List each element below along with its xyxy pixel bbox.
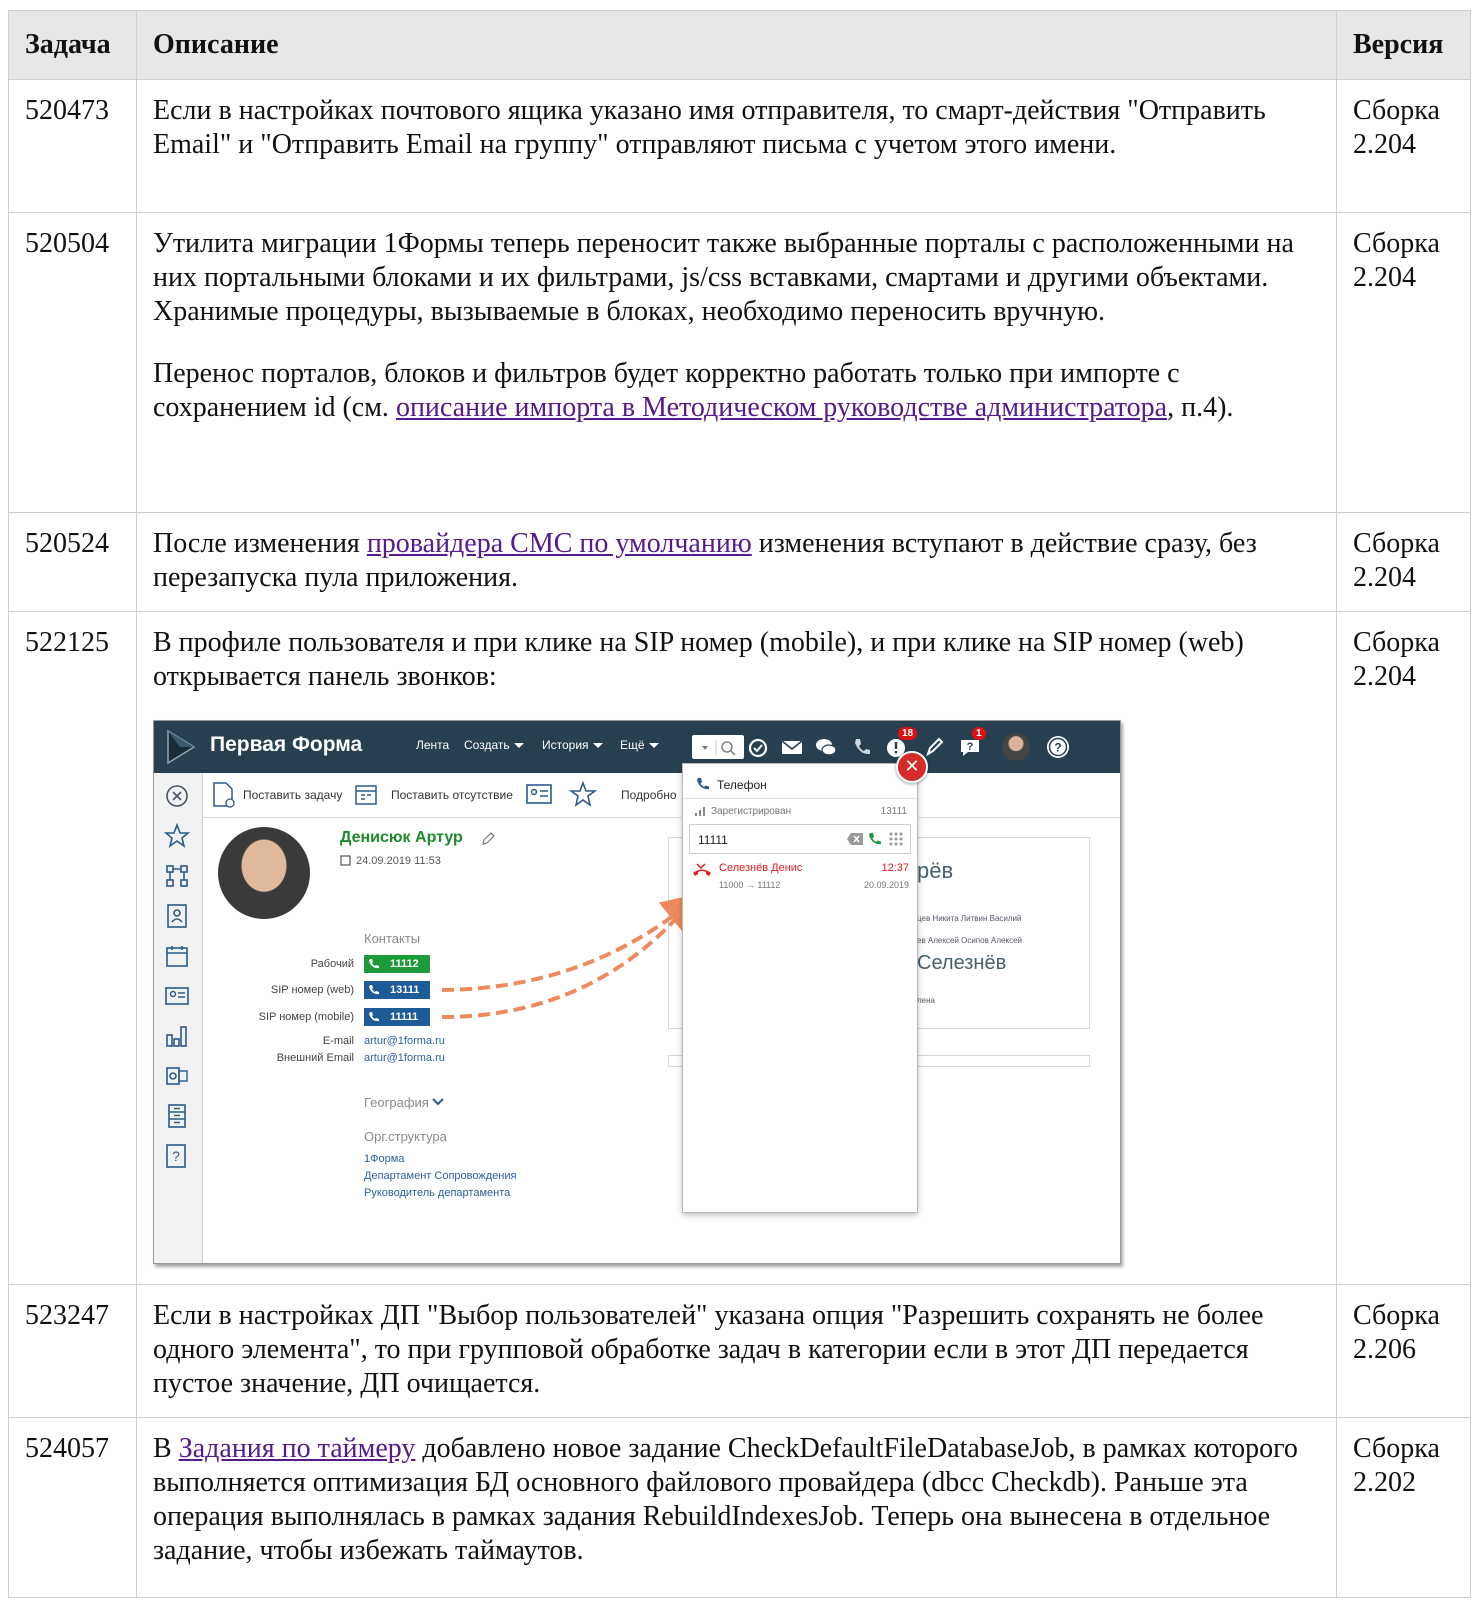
keypad-icon[interactable] <box>888 831 904 847</box>
backspace-icon[interactable] <box>846 832 864 846</box>
task-id: 520504 <box>8 212 137 513</box>
close-icon: ✕ <box>904 756 920 776</box>
task-id: 524057 <box>8 1417 137 1598</box>
close-panel-button[interactable]: ✕ <box>896 751 928 783</box>
version: Сборка 2.204 <box>1336 212 1471 513</box>
description-text: После изменения провайдера СМС по умолча… <box>153 527 1320 595</box>
phone-panel: Телефон Зарегистрирован 13111 11111 Селе <box>682 763 918 1213</box>
version: Сборка 2.204 <box>1336 611 1471 1285</box>
description: В Задания по таймеру добавлено новое зад… <box>136 1417 1337 1598</box>
header-task: Задача <box>8 10 137 80</box>
description-text: Утилита миграции 1Формы теперь переносит… <box>153 228 1294 327</box>
text-segment: В <box>153 1433 179 1464</box>
missed-call-icon <box>693 863 711 876</box>
phone-title: Телефон <box>717 778 767 792</box>
description: После изменения провайдера СМС по умолча… <box>136 512 1337 612</box>
header-description: Описание <box>136 10 1337 80</box>
text-segment: После изменения <box>153 528 367 559</box>
call-contact-name[interactable]: Селезнёв Денис <box>719 862 802 874</box>
phone-status: Зарегистрирован <box>711 806 792 817</box>
description-text: Если в настройках почтового ящика указан… <box>153 95 1266 160</box>
description-text-2: Перенос порталов, блоков и фильтров буде… <box>153 357 1320 425</box>
header-row: Задача Описание Версия <box>8 10 1471 80</box>
version: Сборка 2.204 <box>1336 79 1471 213</box>
divider <box>683 798 917 799</box>
table-row: 524057 В Задания по таймеру добавлено но… <box>8 1417 1471 1598</box>
timer-jobs-link[interactable]: Задания по таймеру <box>179 1433 416 1464</box>
version: Сборка 2.204 <box>1336 512 1471 612</box>
description: Утилита миграции 1Формы теперь переносит… <box>136 212 1337 513</box>
phone-icon <box>697 778 709 790</box>
table-row: 520524 После изменения провайдера СМС по… <box>8 512 1471 612</box>
version: Сборка 2.202 <box>1336 1417 1471 1598</box>
description-text: Если в настройках ДП "Выбор пользователе… <box>153 1300 1264 1399</box>
table-row: 523247 Если в настройках ДП "Выбор польз… <box>8 1284 1471 1418</box>
arrow-annotation <box>441 892 703 992</box>
app-screenshot: Первая Форма Лента Создать История Ещё 1… <box>153 720 1121 1264</box>
signal-icon <box>695 807 705 816</box>
text-segment: , п.4). <box>1167 392 1234 423</box>
description-text: В Задания по таймеру добавлено новое зад… <box>153 1432 1320 1568</box>
call-icon[interactable] <box>867 831 883 847</box>
call-route: 11000 → 11112 <box>719 880 781 890</box>
sms-provider-link[interactable]: провайдера СМС по умолчанию <box>367 528 752 559</box>
arrow-annotation <box>441 901 692 1019</box>
task-id: 522125 <box>8 611 137 1285</box>
description: В профиле пользователя и при клике на SI… <box>136 611 1337 1285</box>
table-row: 522125 В профиле пользователя и при клик… <box>8 611 1471 1285</box>
call-date: 20.09.2019 <box>863 880 909 890</box>
task-id: 520473 <box>8 79 137 213</box>
task-id: 523247 <box>8 1284 137 1418</box>
call-time: 12:37 <box>881 862 909 874</box>
table-row: 520473 Если в настройках почтового ящика… <box>8 79 1471 213</box>
import-manual-link[interactable]: описание импорта в Методическом руководс… <box>396 392 1167 423</box>
header-version: Версия <box>1336 10 1471 80</box>
description: Если в настройках ДП "Выбор пользователе… <box>136 1284 1337 1418</box>
dial-input-value: 11111 <box>698 833 728 847</box>
description-text: В профиле пользователя и при клике на SI… <box>153 627 1244 692</box>
changelog-table: Задача Описание Версия 520473 Если в нас… <box>8 10 1471 1598</box>
dial-input[interactable]: 11111 <box>689 824 911 854</box>
arrows-overlay <box>441 892 703 1019</box>
table-row: 520504 Утилита миграции 1Формы теперь пе… <box>8 212 1471 513</box>
task-id: 520524 <box>8 512 137 612</box>
version: Сборка 2.206 <box>1336 1284 1471 1418</box>
phone-status-number: 13111 <box>880 806 907 817</box>
description: Если в настройках почтового ящика указан… <box>136 79 1337 213</box>
